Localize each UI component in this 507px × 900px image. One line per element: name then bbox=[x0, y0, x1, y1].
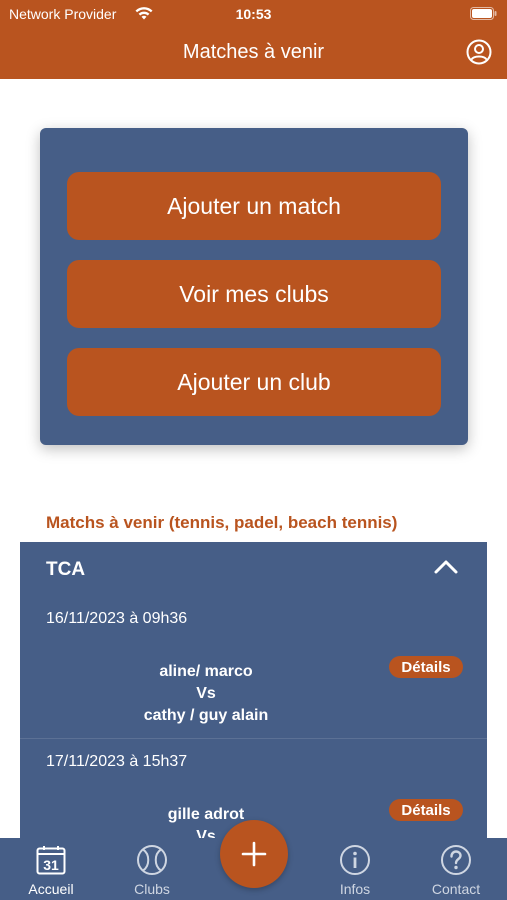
page-title: Matches à venir bbox=[182, 41, 325, 63]
details-button[interactable]: Détails bbox=[389, 799, 463, 821]
club-name: TCA bbox=[46, 559, 86, 580]
match-panel: TCA 16/11/2023 à 09h36 Détails aline/ ma… bbox=[20, 542, 487, 852]
add-club-button[interactable]: Ajouter un club bbox=[67, 348, 441, 416]
section-title: Matchs à venir (tennis, padel, beach ten… bbox=[46, 513, 398, 532]
status-time: 10:53 bbox=[235, 6, 272, 22]
calendar-day: 31 bbox=[43, 857, 59, 873]
chevron-up-icon[interactable] bbox=[433, 558, 459, 576]
calendar-icon: 31 bbox=[36, 846, 66, 875]
add-fab-button[interactable] bbox=[220, 820, 288, 888]
tab-clubs-label: Clubs bbox=[134, 881, 170, 897]
account-icon[interactable] bbox=[466, 39, 492, 65]
plus-icon bbox=[241, 841, 267, 867]
add-match-button[interactable]: Ajouter un match bbox=[67, 172, 441, 240]
my-clubs-button[interactable]: Voir mes clubs bbox=[67, 260, 441, 328]
details-button[interactable]: Détails bbox=[389, 656, 463, 678]
match-teams: aline/ marco Vs cathy / guy alain bbox=[20, 661, 392, 727]
match-date: 17/11/2023 à 15h37 bbox=[46, 753, 188, 770]
tab-home[interactable]: 31 Accueil bbox=[6, 838, 96, 900]
tennis-ball-icon bbox=[137, 845, 167, 875]
tab-contact-label: Contact bbox=[431, 881, 481, 897]
versus-label: Vs bbox=[196, 685, 216, 702]
tab-infos-label: Infos bbox=[339, 881, 371, 897]
tab-clubs[interactable]: Clubs bbox=[107, 838, 197, 900]
tab-home-label: Accueil bbox=[28, 881, 74, 897]
header: Network Provider 10:53 Matches à venir bbox=[0, 0, 507, 79]
help-icon bbox=[441, 845, 471, 875]
battery-icon bbox=[470, 7, 497, 20]
team-one: aline/ marco bbox=[159, 663, 253, 680]
status-bar: Network Provider 10:53 bbox=[0, 0, 507, 28]
action-card: Ajouter un match Voir mes clubs Ajouter … bbox=[40, 128, 468, 445]
match-date: 16/11/2023 à 09h36 bbox=[46, 610, 188, 627]
tab-infos[interactable]: Infos bbox=[310, 838, 400, 900]
team-two: cathy / guy alain bbox=[143, 707, 269, 724]
divider bbox=[20, 738, 487, 739]
tab-contact[interactable]: Contact bbox=[411, 838, 501, 900]
team-one: gille adrot bbox=[167, 806, 245, 823]
info-icon bbox=[340, 845, 370, 875]
